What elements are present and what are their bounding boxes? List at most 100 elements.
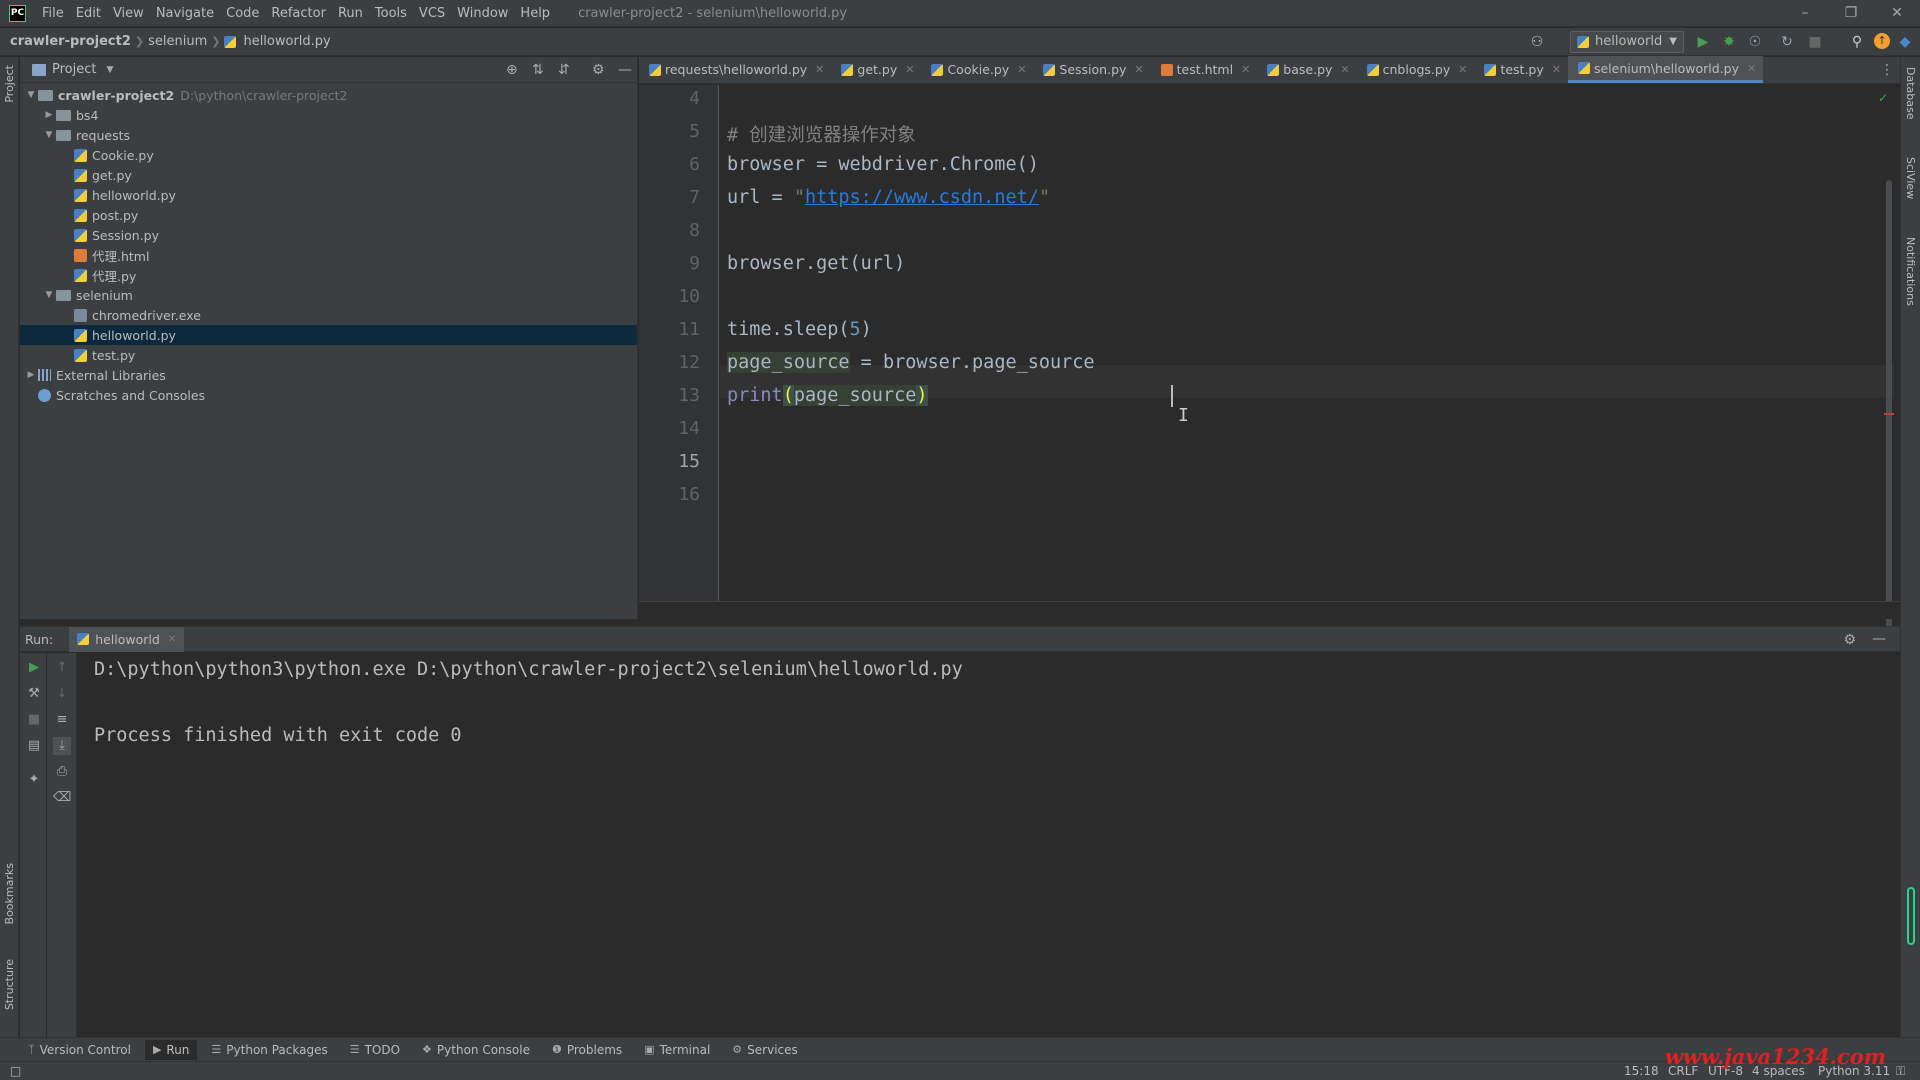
chevron-right-icon[interactable]: ▶ xyxy=(42,110,56,120)
tree-item[interactable]: chromedriver.exe xyxy=(20,305,637,325)
trash-icon[interactable]: ⌫ xyxy=(53,789,71,807)
caret-position[interactable]: 15:18 xyxy=(1624,1064,1659,1078)
more-tabs-icon[interactable]: ⋮ xyxy=(1880,62,1894,78)
tree-item[interactable]: post.py xyxy=(20,205,637,225)
stop-icon[interactable]: ■ xyxy=(25,711,43,729)
locate-icon[interactable]: ⊕ xyxy=(506,62,518,78)
user-icon[interactable]: ⚇ xyxy=(1528,33,1546,51)
soft-wrap-icon[interactable]: ≡ xyxy=(53,711,71,729)
expand-all-icon[interactable]: ⇅ xyxy=(532,62,544,78)
close-tab-icon[interactable]: ✕ xyxy=(1241,63,1250,76)
tree-item[interactable]: test.py xyxy=(20,345,637,365)
gear-icon[interactable]: ⚙ xyxy=(592,62,605,78)
run-icon[interactable]: ▶ xyxy=(1694,33,1712,51)
hide-icon[interactable]: — xyxy=(1872,631,1886,647)
chevron-down-icon[interactable]: ▼ xyxy=(42,130,56,140)
tree-item[interactable]: Scratches and Consoles xyxy=(20,385,637,405)
editor-tab[interactable]: test.html ✕ xyxy=(1151,56,1258,83)
close-tab-icon[interactable]: ✕ xyxy=(168,634,176,645)
code-line-8[interactable]: url = "https://www.csdn.net/" xyxy=(727,187,1050,208)
tree-item[interactable]: 代理.html xyxy=(20,245,637,265)
bookmarks-tool-button[interactable]: Bookmarks xyxy=(3,863,16,924)
project-tool-button[interactable]: Project xyxy=(3,65,16,103)
menu-view[interactable]: View xyxy=(107,6,150,21)
tree-item[interactable]: ▼ requests xyxy=(20,125,637,145)
project-panel-title[interactable]: Project xyxy=(52,62,96,77)
code-line-10[interactable]: browser.get(url) xyxy=(727,253,905,274)
editor-tab[interactable]: cnblogs.py ✕ xyxy=(1357,56,1475,83)
close-tab-icon[interactable]: ✕ xyxy=(1134,63,1143,76)
tree-item[interactable]: get.py xyxy=(20,165,637,185)
chevron-down-icon[interactable]: ▼ xyxy=(42,290,56,300)
menu-edit[interactable]: Edit xyxy=(70,6,107,21)
python-packages-tool-button[interactable]: ☰ Python Packages xyxy=(211,1043,327,1057)
code-editor[interactable]: ✓ # 创建浏览器操作对象 browser = webdriver.Chrome… xyxy=(720,85,1894,630)
menu-window[interactable]: Window xyxy=(451,6,514,21)
editor-scrollbar[interactable] xyxy=(1886,180,1892,630)
code-line-6[interactable]: browser = webdriver.Chrome() xyxy=(727,154,1039,175)
plugin-icon[interactable]: ◆ xyxy=(1896,33,1914,51)
database-tool-button[interactable]: Database xyxy=(1904,67,1917,120)
stop-icon[interactable]: ■ xyxy=(1806,33,1824,51)
pin-icon[interactable]: ✦ xyxy=(25,771,43,789)
rerun-icon[interactable]: ▶ xyxy=(25,659,43,677)
notifications-tool-button[interactable]: Notifications xyxy=(1904,237,1917,306)
menu-refactor[interactable]: Refactor xyxy=(265,6,332,21)
code-line-14[interactable]: page_source = browser.page_source xyxy=(727,352,1095,373)
chevron-down-icon[interactable]: ▼ xyxy=(106,65,113,75)
todo-tool-button[interactable]: ☰ TODO xyxy=(350,1043,400,1057)
minimize-icon[interactable]: – xyxy=(1782,0,1828,27)
gear-icon[interactable]: ⚙ xyxy=(1843,632,1856,648)
chevron-right-icon[interactable]: ▶ xyxy=(24,370,38,380)
menu-run[interactable]: Run xyxy=(332,6,369,21)
collapse-all-icon[interactable]: ⇵ xyxy=(558,62,570,78)
arrow-up-icon[interactable]: ↑ xyxy=(53,659,71,677)
close-icon[interactable]: ✕ xyxy=(1874,0,1920,27)
editor-tab[interactable]: Session.py ✕ xyxy=(1033,56,1150,83)
lock-icon[interactable]: ⚿ xyxy=(1896,1064,1905,1079)
tree-item[interactable]: ▼ crawler-project2 D:\python\crawler-proje… xyxy=(20,85,637,105)
code-url-link[interactable]: https://www.csdn.net/ xyxy=(805,187,1039,208)
editor-tab[interactable]: selenium\helloworld.py ✕ xyxy=(1567,56,1764,83)
menu-vcs[interactable]: VCS xyxy=(413,6,451,21)
menu-tools[interactable]: Tools xyxy=(369,6,413,21)
close-tab-icon[interactable]: ✕ xyxy=(1458,63,1467,76)
search-icon[interactable]: ⚲ xyxy=(1848,33,1866,51)
structure-tool-button[interactable]: Structure xyxy=(3,959,16,1010)
tree-item[interactable]: Session.py xyxy=(20,225,637,245)
arrow-down-icon[interactable]: ↓ xyxy=(53,685,71,703)
python-console-tool-button[interactable]: ❖ Python Console xyxy=(422,1043,530,1057)
tree-item[interactable]: helloworld.py xyxy=(20,325,637,345)
close-tab-icon[interactable]: ✕ xyxy=(1747,62,1756,75)
hide-icon[interactable]: — xyxy=(618,62,632,78)
layout-icon[interactable]: ▤ xyxy=(25,737,43,755)
menu-file[interactable]: File xyxy=(36,6,70,21)
close-tab-icon[interactable]: ✕ xyxy=(1340,63,1349,76)
code-line-5[interactable]: # 创建浏览器操作对象 xyxy=(727,121,916,147)
editor-tab[interactable]: test.py ✕ xyxy=(1474,56,1568,83)
scroll-to-end-icon[interactable]: ⤓ xyxy=(53,737,71,755)
tree-item[interactable]: 代理.py xyxy=(20,265,637,285)
toggle-tool-windows-icon[interactable]: □ xyxy=(10,1064,21,1078)
run-configuration-select[interactable]: helloworld ▼ xyxy=(1570,31,1684,53)
close-tab-icon[interactable]: ✕ xyxy=(1552,63,1561,76)
services-tool-button[interactable]: ⚙ Services xyxy=(732,1043,797,1057)
wrench-icon[interactable]: ⚒ xyxy=(25,685,43,703)
editor-tab[interactable]: requests\helloworld.py ✕ xyxy=(639,56,831,83)
close-tab-icon[interactable]: ✕ xyxy=(815,63,824,76)
editor-tab[interactable]: base.py ✕ xyxy=(1257,56,1356,83)
menu-code[interactable]: Code xyxy=(220,6,265,21)
debug-icon[interactable]: ✸ xyxy=(1720,33,1738,51)
code-line-15[interactable]: print(page_source) xyxy=(727,385,928,406)
menu-help[interactable]: Help xyxy=(514,6,556,21)
editor-tab[interactable]: get.py ✕ xyxy=(831,56,921,83)
version-control-tool-button[interactable]: ᛉ Version Control xyxy=(28,1043,131,1057)
code-line-12[interactable]: time.sleep(5) xyxy=(727,319,872,340)
coverage-icon[interactable]: ☉ xyxy=(1746,33,1764,51)
tree-item[interactable]: ▶ bs4 xyxy=(20,105,637,125)
breadcrumb-file[interactable]: helloworld.py xyxy=(239,34,334,49)
close-tab-icon[interactable]: ✕ xyxy=(1017,63,1026,76)
tree-item[interactable]: helloworld.py xyxy=(20,185,637,205)
problems-tool-button[interactable]: ❶ Problems xyxy=(552,1043,622,1057)
tree-item[interactable]: ▼ selenium xyxy=(20,285,637,305)
